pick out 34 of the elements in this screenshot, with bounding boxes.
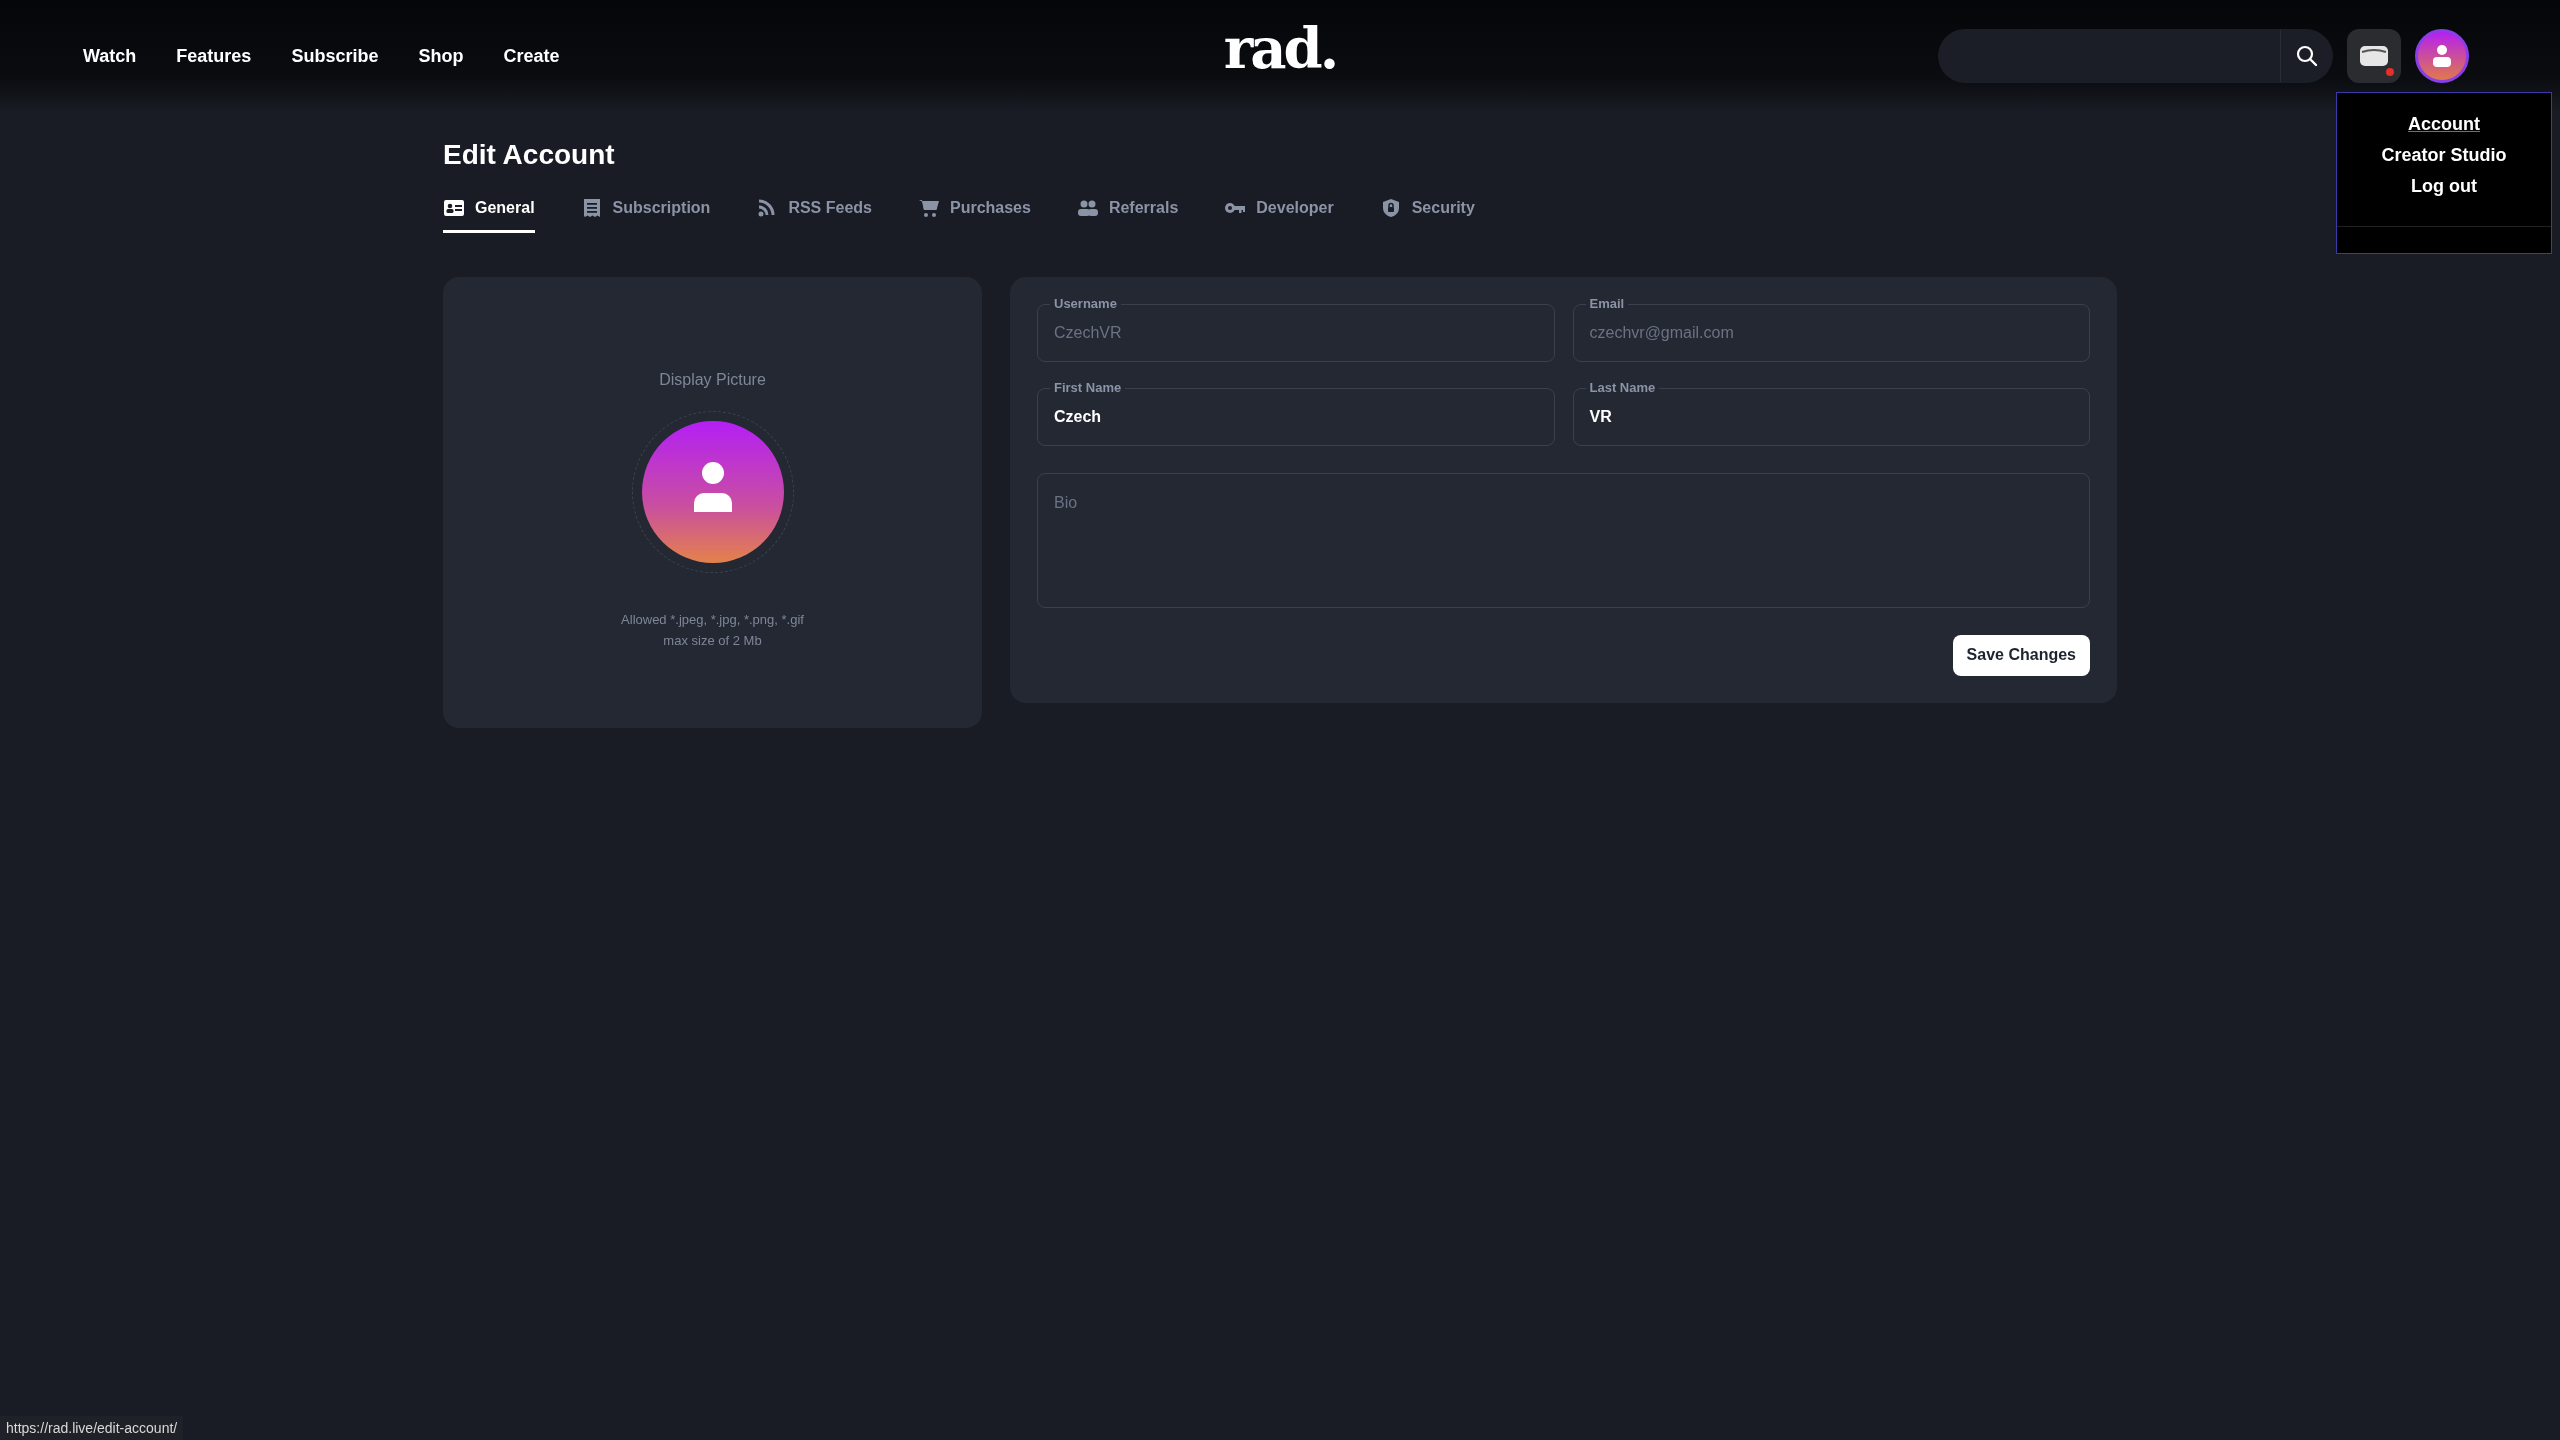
- tab[interactable]: Referrals: [1076, 197, 1179, 233]
- menu-item[interactable]: Log out: [2411, 171, 2477, 202]
- nav-link[interactable]: Subscribe: [291, 45, 379, 67]
- upload-hint: max size of 2 Mb: [662, 631, 763, 650]
- wallet-button[interactable]: [2347, 29, 2401, 83]
- search-field[interactable]: [1938, 29, 2333, 83]
- field-value: Czech: [1054, 407, 1102, 426]
- tab[interactable]: Purchases: [917, 197, 1031, 233]
- tab[interactable]: Developer: [1224, 197, 1334, 233]
- field-value: czechvr@gmail.com: [1589, 323, 1734, 342]
- save-button[interactable]: Save Changes: [1952, 634, 2090, 676]
- nav-link[interactable]: Shop: [418, 45, 464, 67]
- logo[interactable]: rad.: [1223, 20, 1337, 76]
- bio-field[interactable]: Bio: [1037, 472, 2090, 608]
- field-value: CzechVR: [1054, 323, 1122, 342]
- display-picture-label: Display Picture: [659, 370, 766, 389]
- nav-link[interactable]: Features: [176, 45, 252, 67]
- tab[interactable]: RSS Feeds: [756, 197, 872, 233]
- cart-icon: [917, 197, 940, 218]
- status-url: https://rad.live/edit-account/: [0, 1416, 184, 1440]
- avatar-button[interactable]: [2415, 29, 2469, 83]
- idcard-icon: [443, 197, 465, 218]
- menu-item[interactable]: Account: [2408, 109, 2480, 140]
- field-value: VR: [1589, 407, 1612, 426]
- search-icon[interactable]: [2295, 44, 2319, 68]
- upload-hint: Allowed *.jpeg, *.jpg, *.png, *.gif: [621, 610, 804, 629]
- page-title: Edit Account: [443, 138, 616, 172]
- tab[interactable]: General: [443, 197, 535, 233]
- tab[interactable]: Security: [1379, 197, 1475, 233]
- nav-link[interactable]: Watch: [83, 45, 137, 67]
- tab[interactable]: Subscription: [580, 197, 711, 233]
- nav-link[interactable]: Create: [503, 45, 560, 67]
- wallet-icon: [2359, 43, 2389, 69]
- menu-item[interactable]: Creator Studio: [2381, 140, 2507, 171]
